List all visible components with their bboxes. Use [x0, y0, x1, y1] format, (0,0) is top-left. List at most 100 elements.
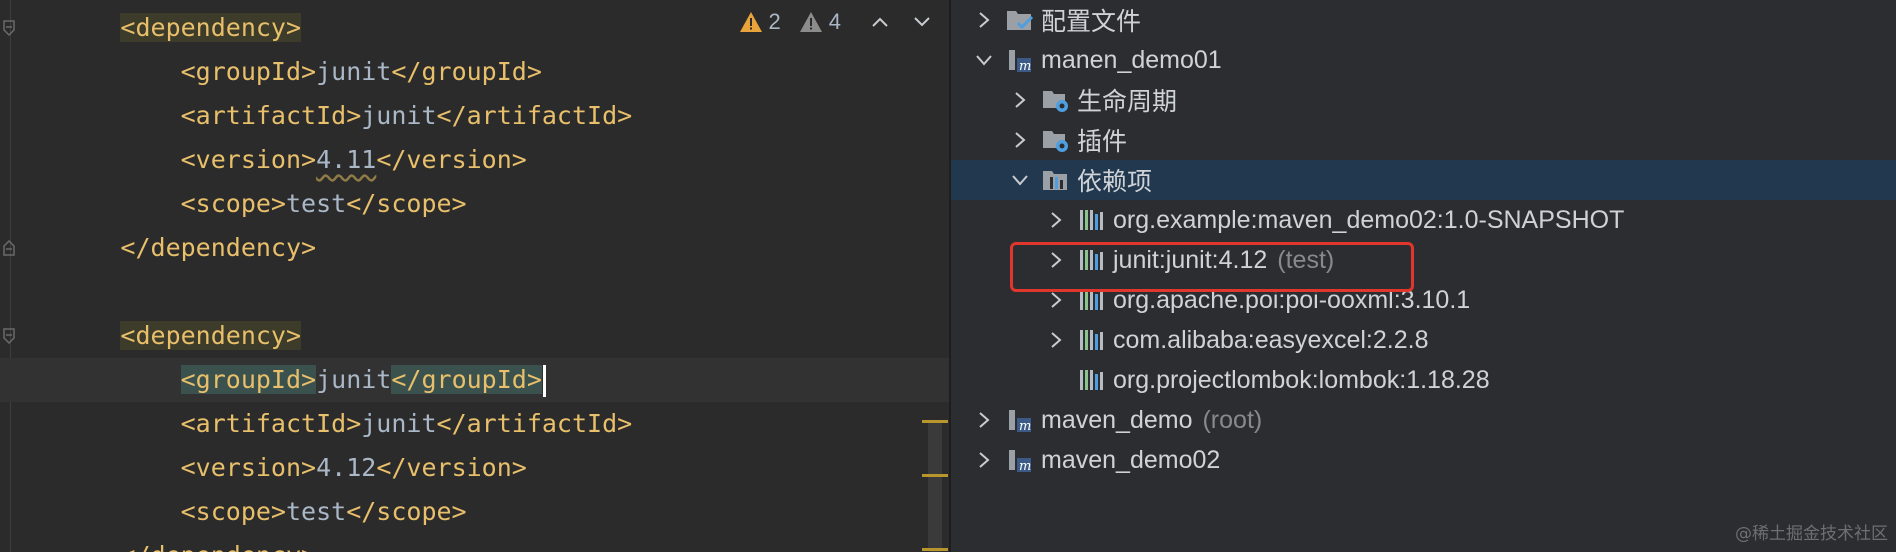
code-line[interactable]: <scope>test</scope>: [0, 490, 949, 534]
chevron-down-icon[interactable]: [1009, 169, 1031, 191]
chevron-right-icon[interactable]: [1009, 89, 1031, 111]
xml-tag: <scope>: [180, 497, 286, 526]
xml-tag: </groupId>: [391, 365, 542, 394]
chevron-down-icon[interactable]: [909, 9, 935, 35]
highlight-annotation-box: [1010, 242, 1414, 292]
tree-item[interactable]: m manen_demo01: [951, 40, 1896, 80]
tree-item[interactable]: 插件: [951, 120, 1896, 160]
lifecycle-folder-icon: [1041, 85, 1071, 115]
tree-item-label: manen_demo01: [1041, 45, 1222, 74]
library-icon: [1077, 325, 1107, 355]
maven-module-icon: m: [1005, 45, 1035, 75]
fold-close-icon[interactable]: [3, 240, 15, 256]
xml-tag: </scope>: [346, 189, 467, 218]
code-editor[interactable]: <dependency> <groupId>junit</groupId> <a…: [0, 0, 949, 552]
chevron-right-icon[interactable]: [1045, 209, 1067, 231]
xml-text: test: [285, 497, 347, 526]
tree-item[interactable]: 配置文件: [951, 0, 1896, 40]
xml-tag: </scope>: [346, 497, 467, 526]
chevron-right-icon[interactable]: [973, 449, 995, 471]
xml-tag: </version>: [376, 145, 527, 174]
tree-item[interactable]: 生命周期: [951, 80, 1896, 120]
xml-text: 4.12: [316, 453, 377, 482]
xml-tag: <artifactId>: [180, 101, 362, 130]
xml-tag: </dependency>: [120, 233, 317, 262]
code-line[interactable]: <artifactId>junit</artifactId>: [0, 402, 949, 446]
code-line[interactable]: <version>4.12</version>: [0, 446, 949, 490]
xml-text: junit: [361, 409, 437, 438]
xml-text: junit: [361, 101, 437, 130]
xml-tag: <dependency>: [120, 321, 302, 350]
chevron-right-icon[interactable]: [973, 9, 995, 31]
tree-item[interactable]: org.projectlombok:lombok:1.18.28: [951, 360, 1896, 400]
tree-item-label: com.alibaba:easyexcel:2.2.8: [1113, 325, 1429, 354]
tree-item-label: 依赖项: [1077, 168, 1153, 196]
scroll-marker: [922, 474, 948, 477]
code-line[interactable]: <artifactId>junit</artifactId>: [0, 94, 949, 138]
tree-item[interactable]: org.example:maven_demo02:1.0-SNAPSHOT: [951, 200, 1896, 240]
xml-tag: </artifactId>: [436, 101, 633, 130]
editor-scrollbar[interactable]: [922, 420, 948, 552]
tree-item-label: org.example:maven_demo02:1.0-SNAPSHOT: [1113, 205, 1625, 234]
watermark: @稀土掘金技术社区: [1735, 524, 1888, 544]
code-line[interactable]: </dependency>: [0, 226, 949, 270]
xml-text: junit: [316, 57, 392, 86]
tree-item-label: maven_demo02: [1041, 445, 1221, 474]
code-line[interactable]: </dependency>: [0, 534, 949, 552]
fold-open-icon[interactable]: [3, 20, 15, 36]
xml-tag: <scope>: [180, 189, 286, 218]
xml-text: test: [285, 189, 347, 218]
fold-open-icon[interactable]: [3, 328, 15, 344]
xml-text: 4.11: [316, 145, 377, 174]
xml-tag: <groupId>: [180, 57, 317, 86]
svg-text:m: m: [1019, 459, 1031, 474]
xml-tag: <version>: [180, 145, 317, 174]
chevron-right-icon[interactable]: [1045, 329, 1067, 351]
tree-item[interactable]: com.alibaba:easyexcel:2.2.8: [951, 320, 1896, 360]
weak-warning-icon: [799, 12, 822, 32]
tree-item[interactable]: 依赖项: [951, 160, 1896, 200]
xml-tag: <version>: [180, 453, 317, 482]
tree-item-suffix: (root): [1202, 405, 1263, 434]
svg-text:m: m: [1019, 419, 1031, 434]
maven-module-icon: m: [1005, 445, 1035, 475]
xml-tag: <artifactId>: [180, 409, 362, 438]
warning-count[interactable]: 4: [799, 9, 841, 35]
code-line[interactable]: <version>4.11</version>: [0, 138, 949, 182]
xml-tag: <groupId>: [180, 365, 317, 394]
xml-text: junit: [316, 365, 392, 394]
inspection-widget[interactable]: 2 4: [739, 8, 936, 36]
chevron-up-icon[interactable]: [867, 9, 893, 35]
library-icon: [1077, 365, 1107, 395]
code-line[interactable]: <groupId>junit</groupId>: [0, 358, 949, 402]
tree-item-label: 配置文件: [1041, 8, 1142, 36]
tree-item[interactable]: m maven_demo02: [951, 440, 1896, 480]
scroll-thumb[interactable]: [928, 420, 942, 552]
tree-item-label: org.projectlombok:lombok:1.18.28: [1113, 365, 1490, 394]
chevron-right-icon[interactable]: [1009, 129, 1031, 151]
code-line[interactable]: <scope>test</scope>: [0, 182, 949, 226]
tree-item-label: 插件: [1077, 128, 1128, 156]
code-line[interactable]: <dependency>: [0, 314, 949, 358]
warning-triangle-icon: [739, 12, 762, 32]
chevron-right-icon[interactable]: [973, 409, 995, 431]
chevron-right-icon[interactable]: [1045, 289, 1067, 311]
code-line[interactable]: <groupId>junit</groupId>: [0, 50, 949, 94]
chevron-down-icon[interactable]: [973, 49, 995, 71]
xml-tag: <dependency>: [120, 13, 302, 42]
tree-item[interactable]: m maven_demo (root): [951, 400, 1896, 440]
code-line[interactable]: [0, 270, 949, 314]
plugins-folder-icon: [1041, 125, 1071, 155]
dependencies-icon: [1041, 165, 1071, 195]
error-count[interactable]: 2: [739, 9, 781, 35]
text-caret: [542, 365, 546, 397]
